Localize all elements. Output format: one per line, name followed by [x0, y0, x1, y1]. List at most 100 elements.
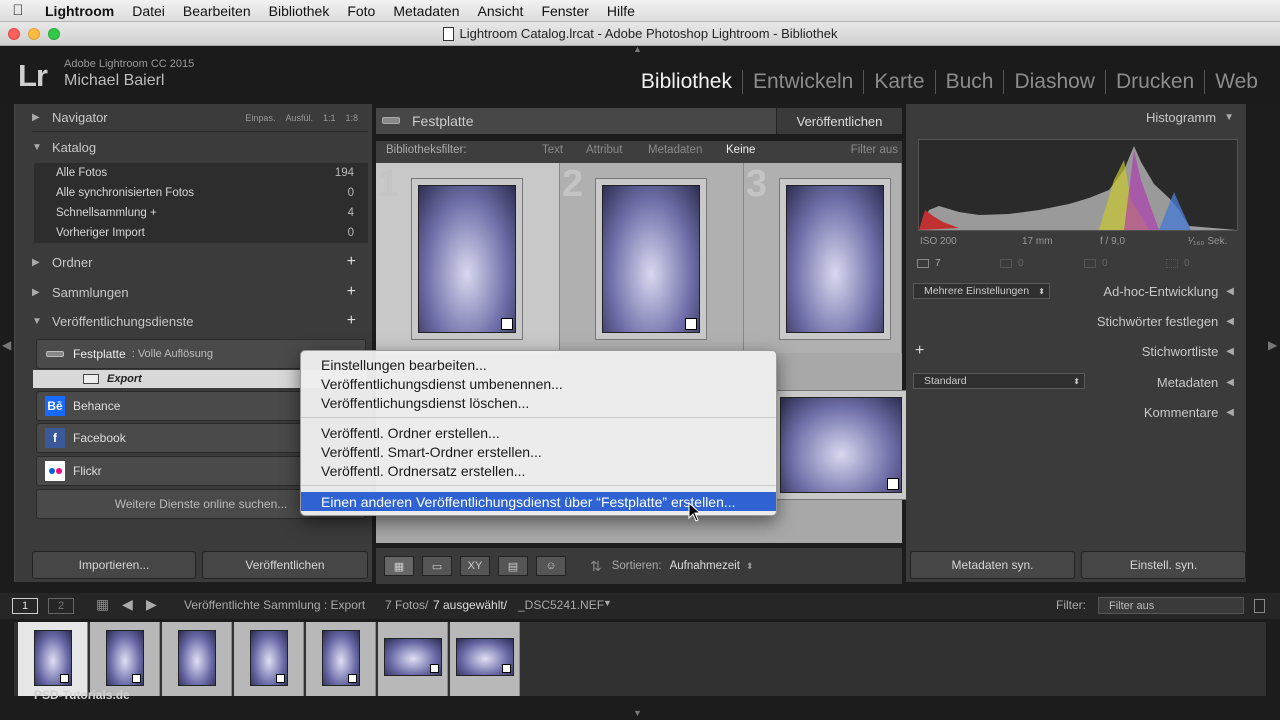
zoom-fit[interactable]: Einpas.: [245, 113, 275, 123]
collapse-triangle-icon: ▼: [1224, 112, 1234, 123]
module-entwickeln[interactable]: Entwickeln: [741, 70, 863, 94]
grid-cell[interactable]: 1: [376, 163, 560, 353]
filmstrip-thumbnail[interactable]: [306, 622, 376, 696]
histogram-label: Histogramm: [1146, 110, 1217, 125]
filter-tab-none[interactable]: Keine: [726, 144, 755, 156]
people-view-icon[interactable]: ☺: [536, 556, 566, 576]
publish-button[interactable]: Veröffentlichen: [202, 551, 368, 579]
add-icon[interactable]: +: [347, 283, 356, 301]
photo-thumbnail[interactable]: [786, 185, 884, 333]
grid-cell[interactable]: 3: [744, 163, 902, 353]
filter-off-toggle[interactable]: Filter aus: [851, 144, 898, 156]
module-buch[interactable]: Buch: [934, 70, 1004, 94]
menu-create-folder-set[interactable]: Veröffentl. Ordnersatz erstellen...: [301, 461, 776, 480]
zoom-1-8[interactable]: 1:8: [345, 113, 358, 123]
source-path[interactable]: Veröffentlichte Sammlung : Export: [184, 598, 365, 612]
module-drucken[interactable]: Drucken: [1104, 70, 1204, 94]
main-window-button[interactable]: 1: [12, 598, 38, 614]
add-keyword-icon[interactable]: +: [915, 342, 924, 360]
menu-datei[interactable]: Datei: [123, 3, 174, 19]
fullscreen-window-button[interactable]: [48, 28, 60, 40]
filmstrip-thumbnail[interactable]: [18, 622, 88, 696]
sync-metadata-button[interactable]: Metadaten syn.: [910, 551, 1075, 579]
photo-thumbnail[interactable]: [418, 185, 516, 333]
compare-view-icon[interactable]: XY: [460, 556, 490, 576]
comments-header[interactable]: Kommentare ◀: [1144, 405, 1234, 420]
katalog-row-all-photos[interactable]: Alle Fotos 194: [34, 163, 368, 183]
filter-lock-icon[interactable]: [1254, 599, 1265, 613]
quick-develop-header[interactable]: Ad-hoc-Entwicklung ◀: [1103, 284, 1234, 299]
menu-ansicht[interactable]: Ansicht: [469, 3, 533, 19]
keyword-list-header[interactable]: Stichwortliste ◀: [1142, 344, 1234, 359]
sort-select[interactable]: Aufnahmezeit: [670, 560, 740, 572]
loupe-view-icon[interactable]: ▭: [422, 556, 452, 576]
import-button[interactable]: Importieren...: [32, 551, 196, 579]
add-icon[interactable]: +: [347, 312, 356, 330]
chevron-down-icon[interactable]: ▼: [603, 598, 612, 608]
menu-create-smart-folder[interactable]: Veröffentl. Smart-Ordner erstellen...: [301, 442, 776, 461]
grid-view-icon[interactable]: ▦: [384, 556, 414, 576]
current-filename[interactable]: _DSC5241.NEF: [518, 598, 604, 612]
menu-create-another-service[interactable]: Einen anderen Veröffentlichungsdienst üb…: [301, 492, 776, 511]
bottom-panel-toggle-icon[interactable]: ▼: [633, 708, 642, 718]
katalog-row-previous-import[interactable]: Vorheriger Import 0: [34, 223, 368, 243]
filter-tab-metadata[interactable]: Metadaten: [648, 144, 702, 156]
survey-view-icon[interactable]: ▤: [498, 556, 528, 576]
module-bibliothek[interactable]: Bibliothek: [631, 70, 742, 94]
menu-edit-settings[interactable]: Einstellungen bearbeiten...: [301, 355, 776, 374]
menu-metadaten[interactable]: Metadaten: [384, 3, 468, 19]
zoom-1-1[interactable]: 1:1: [323, 113, 336, 123]
menu-hilfe[interactable]: Hilfe: [598, 3, 644, 19]
menu-create-folder[interactable]: Veröffentl. Ordner erstellen...: [301, 423, 776, 442]
filmstrip-thumbnail[interactable]: [90, 622, 160, 696]
menu-app[interactable]: Lightroom: [36, 3, 123, 19]
right-panel-toggle-icon[interactable]: ▶: [1268, 338, 1277, 352]
back-arrow-icon[interactable]: ◀: [122, 596, 133, 613]
katalog-row-quick-collection[interactable]: Schnellsammlung + 4: [34, 203, 368, 223]
module-web[interactable]: Web: [1204, 70, 1268, 94]
ordner-header[interactable]: ▶ Ordner +: [32, 248, 368, 276]
grid-cell[interactable]: 2: [560, 163, 744, 353]
center-publish-button[interactable]: Veröffentlichen: [776, 108, 902, 134]
row-count: 194: [334, 167, 354, 179]
menu-bibliothek[interactable]: Bibliothek: [260, 3, 339, 19]
histogram-header[interactable]: Histogramm ▼: [1146, 110, 1234, 125]
close-window-button[interactable]: [8, 28, 20, 40]
menu-fenster[interactable]: Fenster: [532, 3, 597, 19]
menu-rename-service[interactable]: Veröffentlichungsdienst umbenennen...: [301, 374, 776, 393]
sync-settings-button[interactable]: Einstell. syn.: [1081, 551, 1246, 579]
filmstrip-thumbnail[interactable]: [162, 622, 232, 696]
minimize-window-button[interactable]: [28, 28, 40, 40]
menu-delete-service[interactable]: Veröffentlichungsdienst löschen...: [301, 393, 776, 412]
module-karte[interactable]: Karte: [863, 70, 934, 94]
sort-direction-icon[interactable]: ⇅: [590, 558, 602, 575]
filmstrip-thumbnail[interactable]: [378, 622, 448, 696]
filmstrip-thumbnail[interactable]: [234, 622, 304, 696]
menu-foto[interactable]: Foto: [338, 3, 384, 19]
add-icon[interactable]: +: [347, 253, 356, 271]
zoom-fill[interactable]: Ausfül.: [285, 113, 313, 123]
filter-tab-text[interactable]: Text: [542, 144, 563, 156]
katalog-row-synced[interactable]: Alle synchronisierten Fotos 0: [34, 183, 368, 203]
menu-bearbeiten[interactable]: Bearbeiten: [174, 3, 260, 19]
second-window-button[interactable]: 2: [48, 598, 74, 614]
photo-thumbnail[interactable]: [780, 397, 902, 493]
apple-icon[interactable]: : [0, 2, 36, 19]
filmstrip-thumbnail[interactable]: [450, 622, 520, 696]
saved-preset-select[interactable]: Mehrere Einstellungen ⬍: [913, 283, 1050, 299]
top-panel-toggle-icon[interactable]: ▲: [633, 44, 642, 54]
keywording-header[interactable]: Stichwörter festlegen ◀: [1097, 314, 1234, 329]
left-panel-toggle-icon[interactable]: ◀: [2, 338, 11, 352]
forward-arrow-icon[interactable]: ▶: [146, 596, 157, 613]
module-diashow[interactable]: Diashow: [1003, 70, 1105, 94]
navigator-header[interactable]: ▶ Navigator Einpas. Ausfül. 1:1 1:8: [32, 104, 368, 132]
filmstrip-filter-select[interactable]: Filter aus: [1098, 597, 1244, 614]
metadata-header[interactable]: Metadaten ◀: [1157, 375, 1234, 390]
sammlungen-header[interactable]: ▶ Sammlungen +: [32, 278, 368, 306]
filter-tab-attribute[interactable]: Attribut: [586, 144, 622, 156]
photo-thumbnail[interactable]: [602, 185, 700, 333]
grid-icon[interactable]: ▦: [96, 596, 109, 613]
katalog-header[interactable]: ▼ Katalog: [32, 133, 368, 161]
metadata-preset-select[interactable]: Standard ⬍: [913, 373, 1085, 389]
publish-services-header[interactable]: ▼ Veröffentlichungsdienste +: [32, 307, 368, 335]
